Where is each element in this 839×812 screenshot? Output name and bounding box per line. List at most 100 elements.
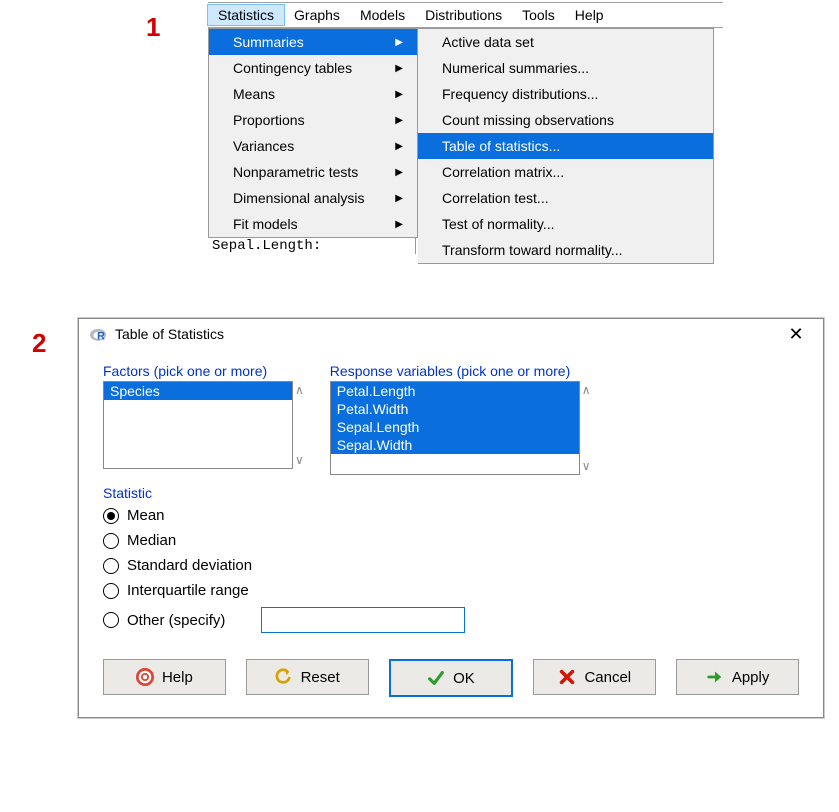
cancel-label: Cancel xyxy=(584,669,631,686)
radio-label: Standard deviation xyxy=(127,557,252,574)
list-item[interactable]: Petal.Width xyxy=(331,400,579,418)
statistics-menu-item[interactable]: Dimensional analysis ▶ xyxy=(209,185,417,211)
menu-item-label: Nonparametric tests xyxy=(233,164,358,180)
submenu-arrow-icon: ▶ xyxy=(395,89,403,100)
radio-icon xyxy=(103,533,119,549)
statistics-menu-item[interactable]: Proportions ▶ xyxy=(209,107,417,133)
annotation-2: 2 xyxy=(32,328,46,359)
statistics-menu-item[interactable]: Nonparametric tests ▶ xyxy=(209,159,417,185)
scroll-down-icon[interactable]: ∨ xyxy=(295,453,304,467)
radio-icon xyxy=(103,583,119,599)
menu-item-label: Correlation matrix... xyxy=(442,164,564,180)
menu-item-label: Dimensional analysis xyxy=(233,190,365,206)
dialog-title: Table of Statistics xyxy=(115,326,224,342)
menubar: StatisticsGraphsModelsDistributionsTools… xyxy=(208,2,723,28)
dropdown-statistics: Summaries▶Contingency tables▶Means▶Propo… xyxy=(208,28,418,238)
submenu-arrow-icon: ▶ xyxy=(395,219,403,230)
responses-listbox[interactable]: Petal.LengthPetal.WidthSepal.LengthSepal… xyxy=(330,381,580,475)
help-icon xyxy=(136,668,154,686)
statistics-menu-item[interactable]: Summaries ▶ xyxy=(209,29,417,55)
summaries-menu-item[interactable]: Test of normality... xyxy=(418,211,713,237)
radio-icon xyxy=(103,558,119,574)
menu-item-label: Variances xyxy=(233,138,294,154)
menu-item-label: Means xyxy=(233,86,275,102)
menu-screenshot: StatisticsGraphsModelsDistributionsTools… xyxy=(208,2,723,264)
apply-label: Apply xyxy=(732,669,770,686)
scroll-down-icon[interactable]: ∨ xyxy=(582,459,591,473)
radio-option[interactable]: Median xyxy=(103,528,799,553)
menubar-item-distributions[interactable]: Distributions xyxy=(415,5,512,25)
menu-item-label: Count missing observations xyxy=(442,112,614,128)
statistics-menu-item[interactable]: Contingency tables▶ xyxy=(209,55,417,81)
summaries-menu-item[interactable]: Table of statistics... xyxy=(418,133,713,159)
list-item[interactable]: Sepal.Width xyxy=(331,436,579,454)
menu-item-label: Summaries xyxy=(233,34,304,50)
menu-item-label: Frequency distributions... xyxy=(442,86,598,102)
reset-button[interactable]: Reset xyxy=(246,659,369,695)
menubar-item-models[interactable]: Models xyxy=(350,5,415,25)
menubar-item-help[interactable]: Help xyxy=(565,5,614,25)
cancel-icon xyxy=(558,668,576,686)
menu-item-label: Proportions xyxy=(233,112,305,128)
radio-option[interactable]: Interquartile range xyxy=(103,578,799,603)
submenu-arrow-icon: ▶ xyxy=(395,167,403,178)
list-item[interactable]: Species xyxy=(104,382,292,400)
summaries-menu-item[interactable]: Correlation matrix... xyxy=(418,159,713,185)
menu-item-label: Correlation test... xyxy=(442,190,549,206)
scroll-up-icon[interactable]: ∧ xyxy=(582,383,591,397)
menubar-item-graphs[interactable]: Graphs xyxy=(284,5,350,25)
menubar-item-tools[interactable]: Tools xyxy=(512,5,565,25)
menu-item-label: Table of statistics... xyxy=(442,138,560,154)
summaries-menu-item[interactable]: Numerical summaries... xyxy=(418,55,713,81)
apply-icon xyxy=(706,668,724,686)
dropdown-summaries: Active data set Numerical summaries... Fre… xyxy=(418,28,714,264)
radio-option[interactable]: Other (specify) xyxy=(103,603,799,637)
dropdown-wrap: Summaries▶Contingency tables▶Means▶Propo… xyxy=(208,28,723,264)
list-item[interactable]: Sepal.Length xyxy=(331,418,579,436)
console-peek: Sepal.Length: xyxy=(208,238,416,254)
radio-label: Mean xyxy=(127,507,165,524)
statistics-menu-item[interactable]: Means ▶ xyxy=(209,81,417,107)
svg-text:R: R xyxy=(97,330,105,342)
apply-button[interactable]: Apply xyxy=(676,659,799,695)
titlebar: R Table of Statistics ✕ xyxy=(79,319,823,349)
submenu-arrow-icon: ▶ xyxy=(395,115,403,126)
radio-icon xyxy=(103,612,119,628)
help-button[interactable]: Help xyxy=(103,659,226,695)
list-item[interactable]: Petal.Length xyxy=(331,382,579,400)
help-label: Help xyxy=(162,669,193,686)
statistic-label: Statistic xyxy=(103,485,799,501)
response-label: Response variables (pick one or more) xyxy=(330,363,593,379)
factors-listbox[interactable]: Species xyxy=(103,381,293,469)
cancel-button[interactable]: Cancel xyxy=(533,659,656,695)
submenu-arrow-icon: ▶ xyxy=(395,193,403,204)
statistics-menu-item[interactable]: Fit models▶ xyxy=(209,211,417,237)
factors-label: Factors (pick one or more) xyxy=(103,363,306,379)
ok-label: OK xyxy=(453,670,475,687)
summaries-menu-item[interactable]: Frequency distributions... xyxy=(418,81,713,107)
radio-option[interactable]: Standard deviation xyxy=(103,553,799,578)
menubar-item-statistics[interactable]: Statistics xyxy=(208,5,284,25)
close-button[interactable]: ✕ xyxy=(779,325,813,343)
menu-item-label: Transform toward normality... xyxy=(442,242,623,258)
radio-option[interactable]: Mean xyxy=(103,503,799,528)
scroll-up-icon[interactable]: ∧ xyxy=(295,383,304,397)
summaries-menu-item[interactable]: Correlation test... xyxy=(418,185,713,211)
menu-item-label: Active data set xyxy=(442,34,534,50)
ok-icon xyxy=(427,669,445,687)
ok-button[interactable]: OK xyxy=(389,659,514,697)
radio-label: Median xyxy=(127,532,176,549)
r-app-icon: R xyxy=(89,325,107,343)
menu-item-label: Contingency tables xyxy=(233,60,352,76)
menu-item-label: Test of normality... xyxy=(442,216,555,232)
reset-label: Reset xyxy=(301,669,340,686)
other-specify-input[interactable] xyxy=(261,607,465,633)
submenu-arrow-icon: ▶ xyxy=(395,37,403,48)
summaries-menu-item[interactable]: Count missing observations xyxy=(418,107,713,133)
statistics-menu-item[interactable]: Variances ▶ xyxy=(209,133,417,159)
submenu-arrow-icon: ▶ xyxy=(395,141,403,152)
summaries-menu-item[interactable]: Active data set xyxy=(418,29,713,55)
menu-item-label: Numerical summaries... xyxy=(442,60,589,76)
summaries-menu-item[interactable]: Transform toward normality... xyxy=(418,237,713,263)
button-row: Help Reset OK Cancel xyxy=(103,659,799,697)
